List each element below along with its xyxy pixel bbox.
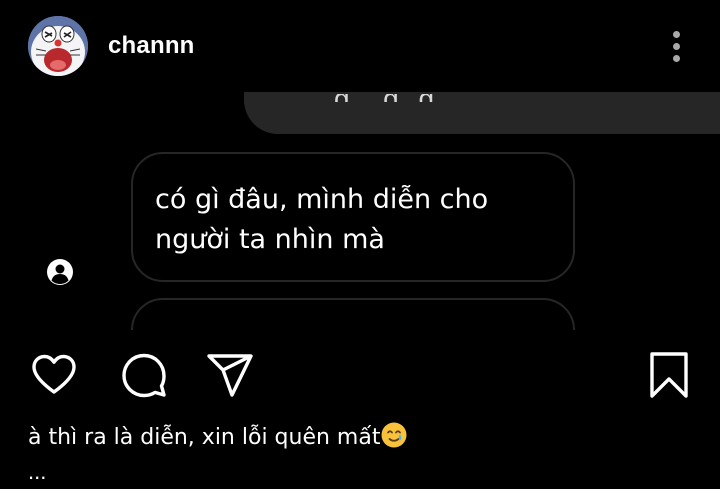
caption-text: à thì ra là diễn, xin lỗi quên mất: [28, 425, 381, 450]
doraemon-avatar-icon: [28, 16, 88, 76]
post-header: channn: [0, 0, 720, 92]
post-caption: à thì ra là diễn, xin lỗi quên mất: [28, 421, 408, 454]
more-vertical-icon-dot: [672, 54, 680, 62]
paper-plane-icon[interactable]: [205, 350, 255, 400]
post-action-bar: [0, 330, 720, 420]
received-message-text: có gì đâu, mình diễn cho người ta nhìn m…: [155, 184, 489, 255]
more-vertical-icon-dot: [672, 42, 680, 50]
smiling-face-with-tear-emoji-icon: [381, 422, 407, 448]
caption-more-link[interactable]: ...: [28, 458, 46, 486]
comment-icon[interactable]: [119, 350, 169, 400]
sent-message-cutoff-text: …g ,g g .: [300, 94, 468, 102]
received-message-bubble: có gì đâu, mình diễn cho người ta nhìn m…: [131, 152, 575, 282]
post-media-chat-screenshot[interactable]: …g ,g g . có gì đâu, mình diễn cho người…: [0, 92, 720, 330]
heart-icon[interactable]: [29, 350, 79, 400]
person-avatar-icon: [47, 259, 73, 285]
more-options-button[interactable]: [664, 26, 688, 66]
more-vertical-icon-dot: [672, 30, 680, 38]
username-label[interactable]: channn: [108, 31, 195, 61]
profile-avatar[interactable]: [28, 16, 88, 76]
received-message-bubble-partial: [131, 298, 575, 330]
bookmark-icon[interactable]: [644, 350, 694, 400]
